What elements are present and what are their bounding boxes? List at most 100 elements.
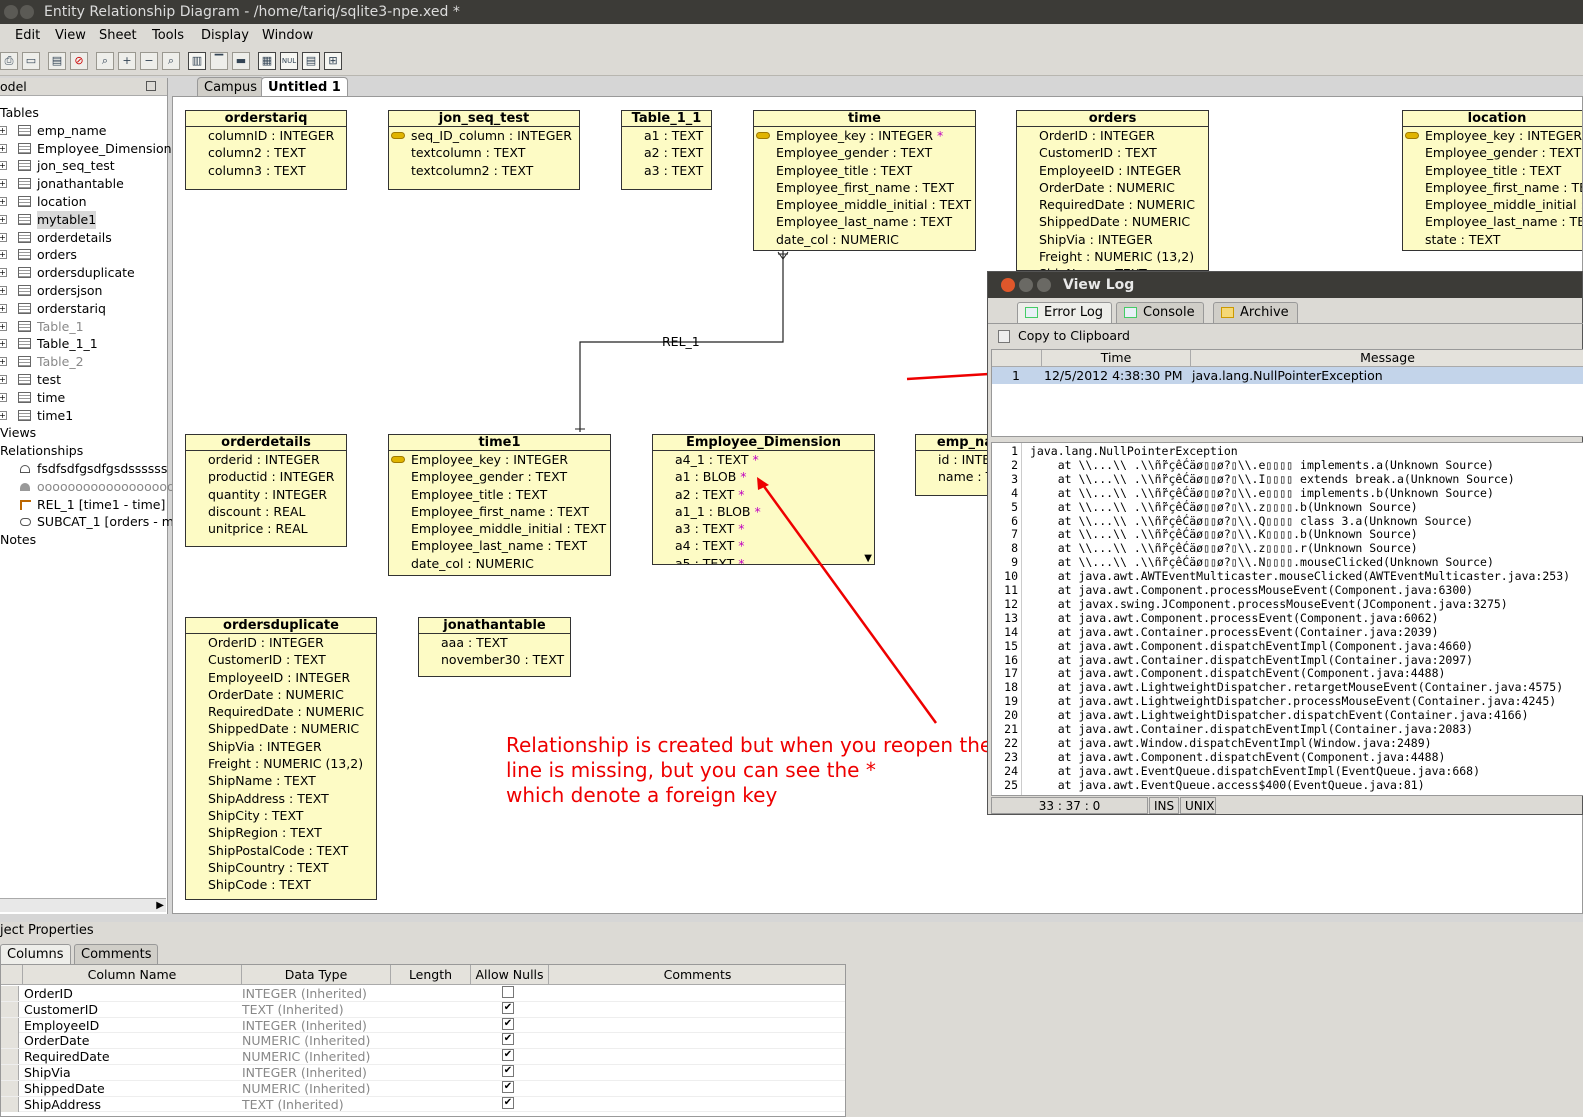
scroll-right-icon[interactable]: ▶	[156, 900, 164, 911]
column-name-header[interactable]: Column Name	[23, 965, 242, 985]
stack-line: 3 at \\...\\ .\\ñ̃r̃çêĆäø▯▯ø?▯\\.I▯▯▯▯ e…	[1011, 471, 1515, 486]
expand-icon[interactable]: +	[0, 232, 7, 242]
tab-error-log[interactable]: Error Log	[1017, 302, 1113, 323]
table-row[interactable]: OrderDate NUMERIC (Inherited) ✔	[1, 1033, 845, 1050]
zoom-fit-icon[interactable]: ⌕	[96, 52, 114, 70]
expand-icon[interactable]: +	[0, 197, 7, 206]
stack-line: 10 at java.awt.AWTEventMulticaster.mouse…	[1004, 569, 1571, 584]
stack-trace-text[interactable]: 1 java.lang.NullPointerException 2 at \\..…	[991, 442, 1583, 796]
stack-line: 19 at java.awt.LightweightDispatcher.pro…	[1004, 694, 1557, 709]
allow-nulls-checkbox[interactable]: ✔	[502, 1065, 514, 1077]
layout-icon[interactable]: ⊞	[324, 52, 342, 70]
table-icon	[18, 196, 31, 207]
view-log-window: View Log Error Log Console Archive Copy …	[987, 271, 1583, 815]
expand-icon[interactable]: +	[0, 179, 7, 189]
table-icon	[18, 124, 31, 136]
stack-line: 1 java.lang.NullPointerException	[1011, 444, 1238, 458]
menu-edit[interactable]: Edit	[15, 24, 40, 48]
tree-horizontal-scrollbar[interactable]: ▶	[0, 898, 166, 912]
properties-header: ject Properties	[0, 923, 94, 938]
menu-view[interactable]: View	[55, 24, 86, 48]
table-icon	[18, 302, 31, 314]
show-null-icon[interactable]: NUL	[280, 52, 298, 70]
expand-icon[interactable]: +	[0, 357, 7, 367]
tab-console[interactable]: Console	[1116, 302, 1204, 323]
allow-nulls-checkbox[interactable]: ✔	[502, 1080, 514, 1093]
zoom-in-icon[interactable]: +	[118, 52, 136, 70]
expand-icon[interactable]: +	[0, 392, 7, 402]
zoom-reset-icon[interactable]: ⌕	[162, 52, 180, 70]
table-row[interactable]: EmployeeID INTEGER (Inherited) ✔	[1, 1017, 845, 1034]
allow-nulls-checkbox[interactable]: ✔	[502, 1096, 514, 1109]
copy-to-clipboard-button[interactable]: Copy to Clipboard	[996, 327, 1130, 345]
expand-icon[interactable]: +	[0, 161, 7, 171]
restore-panel-icon[interactable]	[146, 81, 156, 91]
stack-line: 16 at java.awt.Container.dispatchEventIm…	[1004, 652, 1474, 667]
stop-icon[interactable]: ⊘	[70, 52, 88, 70]
allow-nulls-checkbox[interactable]: ✔	[502, 1001, 514, 1014]
allow-nulls-checkbox[interactable]: ✔	[502, 1033, 514, 1046]
arrow-to-star-line	[761, 484, 938, 724]
expand-icon[interactable]: +	[0, 410, 7, 420]
allow-nulls-checkbox[interactable]	[502, 986, 514, 998]
table-icon[interactable]: ▤	[48, 52, 66, 70]
col-message-header[interactable]: Message	[1191, 350, 1583, 367]
menu-window[interactable]: Window	[262, 24, 313, 48]
table-row[interactable]: ShipAddress TEXT (Inherited) ✔	[1, 1096, 845, 1113]
allow-nulls-checkbox[interactable]: ✔	[502, 1017, 514, 1030]
expand-icon[interactable]: +	[0, 303, 7, 313]
folder-icon	[1221, 307, 1234, 318]
tab-campus[interactable]: Campus	[197, 77, 264, 97]
tab-comments[interactable]: Comments	[74, 944, 159, 964]
page-setup-icon[interactable]: ▭	[22, 52, 40, 70]
relationship-icon	[20, 499, 31, 510]
close-icon[interactable]	[1001, 278, 1015, 292]
table-row[interactable]: OrderID INTEGER (Inherited)	[1, 986, 845, 1002]
table-row[interactable]: ShippedDate NUMERIC (Inherited) ✔	[1, 1080, 845, 1097]
menu-display[interactable]: Display	[201, 24, 249, 48]
table-row[interactable]: ShipVia INTEGER (Inherited) ✔	[1, 1065, 845, 1081]
table-row[interactable]: RequiredDate NUMERIC (Inherited) ✔	[1, 1049, 845, 1065]
table-icon	[18, 374, 31, 385]
close-window-icon[interactable]	[4, 5, 18, 19]
expand-icon[interactable]: +	[0, 286, 7, 295]
allow-nulls-checkbox[interactable]: ✔	[502, 1049, 514, 1062]
menu-sheet[interactable]: Sheet	[99, 24, 137, 48]
zoom-out-icon[interactable]: −	[140, 52, 158, 70]
view-name-icon[interactable]: ▔	[210, 52, 228, 70]
show-columns-icon[interactable]: ▦	[258, 52, 276, 70]
col-time-header[interactable]: Time	[1042, 350, 1191, 367]
table-icon	[18, 391, 31, 403]
tab-archive[interactable]: Archive	[1213, 302, 1298, 323]
model-panel-header: odel	[0, 78, 167, 96]
expand-icon[interactable]: +	[0, 321, 7, 331]
error-table: Time Message 1 12/5/2012 4:38:30 PM java…	[991, 349, 1583, 437]
maximize-icon[interactable]	[1037, 278, 1051, 292]
print-icon[interactable]: ⎙	[0, 52, 18, 70]
expand-icon[interactable]: +	[0, 143, 7, 153]
menu-tools[interactable]: Tools	[152, 24, 184, 48]
length-header[interactable]: Length	[391, 965, 471, 985]
show-keys-icon[interactable]: ▤	[302, 52, 320, 70]
expand-icon[interactable]: +	[0, 250, 7, 260]
view-full-icon[interactable]: ▥	[188, 52, 206, 70]
minimize-icon[interactable]	[1019, 278, 1033, 292]
comments-header[interactable]: Comments	[549, 965, 845, 985]
allow-nulls-header[interactable]: Allow Nulls	[471, 965, 549, 985]
view-title-icon[interactable]: ▬	[232, 52, 250, 70]
tab-untitled-1[interactable]: Untitled 1	[261, 77, 348, 97]
expand-icon[interactable]: +	[0, 125, 7, 135]
error-row[interactable]: 1 12/5/2012 4:38:30 PM java.lang.NullPoi…	[992, 367, 1583, 384]
expand-icon[interactable]: +	[0, 339, 7, 349]
window-title: Entity Relationship Diagram - /home/tari…	[44, 4, 460, 20]
table-icon	[18, 213, 31, 225]
table-row[interactable]: CustomerID TEXT (Inherited) ✔	[1, 1001, 845, 1018]
expand-icon[interactable]: +	[0, 375, 7, 384]
tab-columns[interactable]: Columns	[0, 944, 71, 964]
minimize-window-icon[interactable]	[20, 5, 34, 19]
expand-icon[interactable]: +	[0, 268, 7, 278]
line-ending: UNIX	[1180, 797, 1216, 814]
expand-icon[interactable]: +	[0, 214, 7, 224]
col-num-header	[992, 350, 1042, 367]
data-type-header[interactable]: Data Type	[242, 965, 391, 985]
